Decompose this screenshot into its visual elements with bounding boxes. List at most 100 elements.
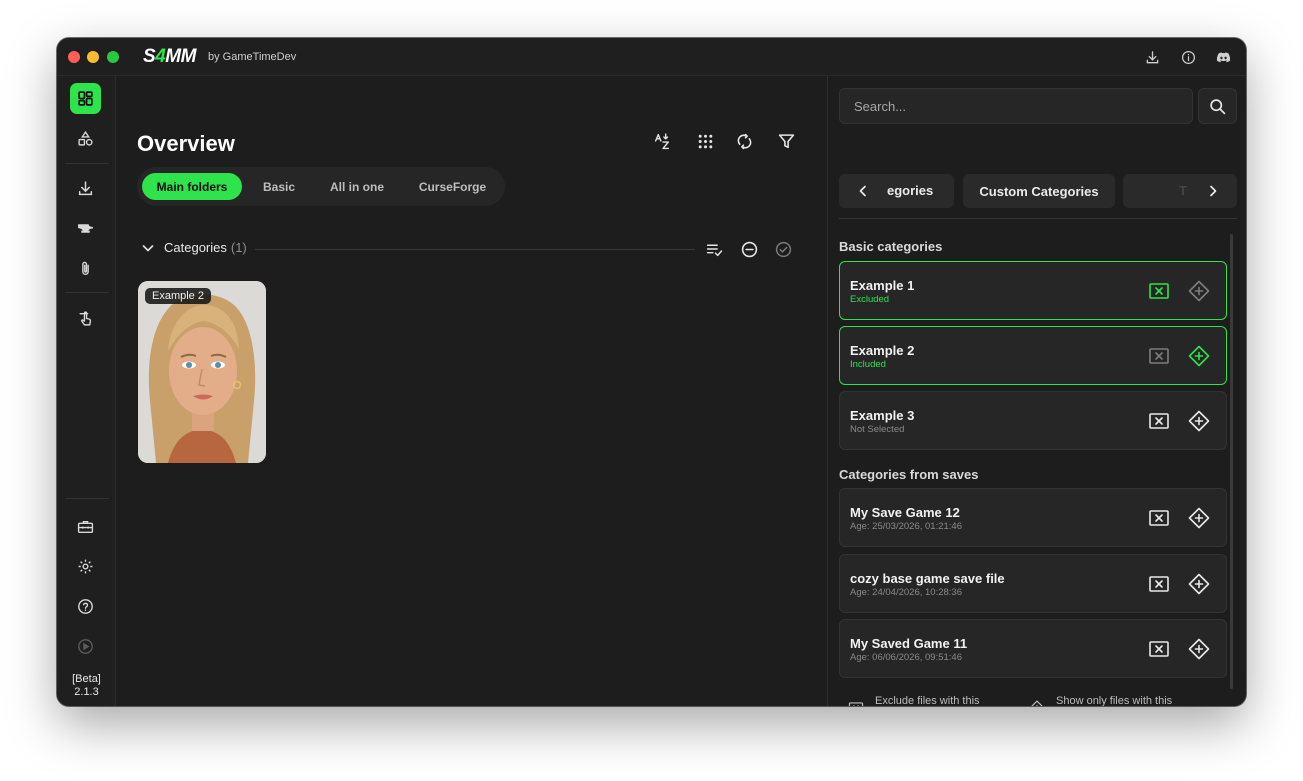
sidebar-item-categories[interactable] [70, 123, 101, 154]
sidebar-divider [65, 292, 109, 293]
tab-basic[interactable]: Basic [249, 173, 309, 200]
include-button[interactable] [1186, 571, 1212, 597]
save-name: cozy base game save file [850, 571, 1005, 586]
category-name: Example 2 [850, 343, 915, 358]
categories-section-header: Categories (1) [137, 239, 797, 259]
exclude-button[interactable] [1146, 636, 1172, 662]
sidebar: [Beta] 2.1.3 [57, 76, 116, 706]
download-icon [78, 181, 93, 196]
scrollbar[interactable] [1230, 234, 1233, 689]
sidebar-item-anvil[interactable] [70, 213, 101, 244]
exclude-button[interactable] [1146, 278, 1172, 304]
gear-icon [78, 559, 93, 574]
category-name: Example 3 [850, 408, 915, 423]
exclude-icon [1149, 641, 1169, 657]
category-filter-panel: egories Custom Categories T Basic catego… [827, 76, 1246, 706]
tab-custom-categories[interactable]: Custom Categories [963, 174, 1115, 208]
save-age: Age: 25/03/2026, 01:21:46 [850, 521, 962, 532]
tap-icon [79, 311, 92, 326]
exclude-legend-text: Exclude files with this category [875, 695, 980, 706]
shapes-icon [78, 130, 93, 146]
scroll-right-button[interactable] [1189, 174, 1237, 208]
tab-all-in-one[interactable]: All in one [317, 173, 397, 200]
exclude-icon [1149, 510, 1169, 526]
search-input[interactable] [839, 88, 1193, 124]
include-button[interactable] [1186, 636, 1212, 662]
categories-section-title[interactable]: Categories (1) [164, 240, 247, 255]
category-status: Excluded [850, 294, 890, 305]
include-icon [1188, 573, 1210, 595]
filter-icon[interactable] [775, 130, 797, 152]
sidebar-item-toolbox[interactable] [70, 511, 101, 542]
scroll-left-button[interactable] [839, 174, 887, 208]
info-icon[interactable] [1179, 48, 1197, 66]
sidebar-item-help[interactable] [70, 591, 101, 622]
include-icon [1188, 638, 1210, 660]
minus-circle-icon[interactable] [739, 239, 759, 259]
save-age: Age: 24/04/2026, 10:28:36 [850, 587, 962, 598]
include-icon [1188, 345, 1210, 367]
tab-main-folders[interactable]: Main folders [142, 173, 242, 200]
exclude-button[interactable] [1146, 505, 1172, 531]
grid-icon[interactable] [694, 130, 716, 152]
category-row[interactable]: Example 2 Included [839, 326, 1227, 385]
anvil-icon [78, 224, 93, 233]
include-button[interactable] [1186, 278, 1212, 304]
basic-categories-title: Basic categories [839, 239, 943, 254]
sidebar-item-settings[interactable] [70, 551, 101, 582]
select-list-icon[interactable] [704, 239, 724, 259]
save-name: My Saved Game 11 [850, 636, 968, 651]
search-button[interactable] [1198, 88, 1237, 124]
version-beta-label: [Beta] [72, 673, 101, 685]
include-button[interactable] [1186, 505, 1212, 531]
discord-icon[interactable] [1214, 48, 1232, 66]
close-window-button[interactable] [68, 51, 80, 63]
save-name: My Save Game 12 [850, 505, 960, 520]
exclude-button[interactable] [1146, 408, 1172, 434]
chevron-left-icon [859, 185, 866, 197]
download-icon[interactable] [1143, 48, 1161, 66]
save-category-row[interactable]: cozy base game save file Age: 24/04/2026… [839, 554, 1227, 613]
exclude-legend-icon [848, 700, 866, 706]
category-tabs: egories Custom Categories T [839, 174, 1237, 208]
maximize-window-button[interactable] [107, 51, 119, 63]
save-category-row[interactable]: My Saved Game 11 Age: 06/06/2026, 09:51:… [839, 619, 1227, 678]
app-byline: by GameTimeDev [208, 51, 297, 63]
app-window: S4MM by GameTimeDev [Beta] 2.1.3 Overvie… [57, 38, 1246, 706]
paperclip-icon [82, 261, 89, 275]
category-card[interactable]: Example 2 [138, 281, 266, 463]
include-button[interactable] [1186, 408, 1212, 434]
sidebar-item-downloads[interactable] [70, 173, 101, 204]
category-row[interactable]: Example 3 Not Selected [839, 391, 1227, 450]
sort-az-icon[interactable] [651, 130, 673, 152]
minimize-window-button[interactable] [87, 51, 99, 63]
include-button[interactable] [1186, 343, 1212, 369]
tab-curseforge[interactable]: CurseForge [405, 173, 500, 200]
sidebar-item-play[interactable] [70, 631, 101, 662]
section-divider [255, 249, 695, 250]
folder-tabs: Main folders Basic All in one CurseForge [137, 167, 505, 206]
panel-divider [839, 218, 1237, 219]
exclude-icon [1149, 348, 1169, 364]
sim-portrait-image [138, 281, 266, 463]
sidebar-divider [65, 498, 109, 499]
version-number: 2.1.3 [74, 686, 99, 698]
page-title: Overview [137, 131, 235, 156]
check-circle-icon[interactable] [773, 239, 793, 259]
include-icon [1188, 507, 1210, 529]
exclude-button[interactable] [1146, 343, 1172, 369]
chevron-down-icon[interactable] [141, 241, 155, 255]
sidebar-item-attachments[interactable] [70, 253, 101, 284]
exclude-icon [1149, 283, 1169, 299]
save-category-row[interactable]: My Save Game 12 Age: 25/03/2026, 01:21:4… [839, 488, 1227, 547]
category-row[interactable]: Example 1 Excluded [839, 261, 1227, 320]
toolbox-icon [77, 521, 94, 534]
sidebar-item-overview[interactable] [70, 83, 101, 114]
exclude-button[interactable] [1146, 571, 1172, 597]
exclude-icon [1149, 413, 1169, 429]
sync-icon[interactable] [733, 130, 755, 152]
save-categories-title: Categories from saves [839, 467, 979, 482]
sidebar-item-tap[interactable] [70, 303, 101, 334]
sidebar-divider [65, 163, 109, 164]
search-icon [1210, 98, 1226, 114]
